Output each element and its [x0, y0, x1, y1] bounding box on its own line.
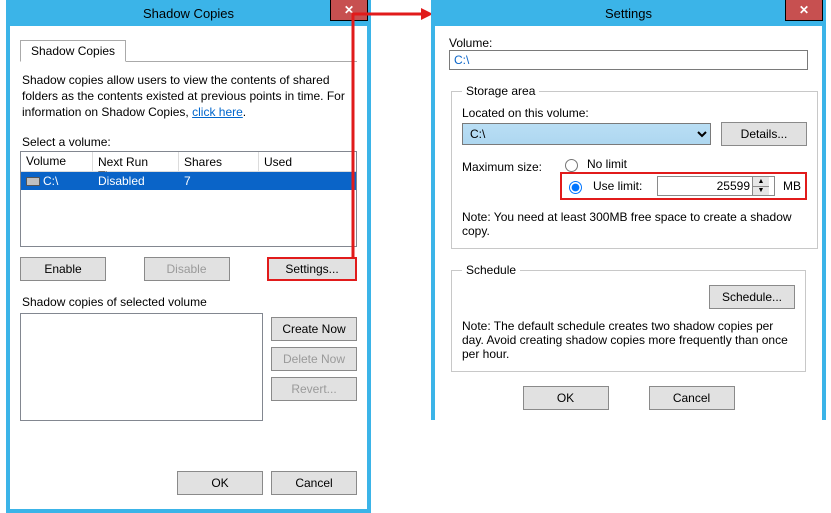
col-volume[interactable]: Volume: [21, 152, 93, 171]
storage-area-group: Storage area Located on this volume: C:\…: [451, 84, 818, 249]
description-text: Shadow copies allow users to view the co…: [22, 72, 355, 121]
window-title: Shadow Copies: [143, 4, 234, 24]
col-next-run-time[interactable]: Next Run Time: [93, 152, 179, 171]
storage-area-legend: Storage area: [462, 84, 539, 98]
drive-icon: [26, 177, 40, 186]
window-title: Settings: [605, 4, 652, 24]
no-limit-radio[interactable]: [565, 159, 578, 172]
enable-button[interactable]: Enable: [20, 257, 106, 281]
volume-field[interactable]: C:\: [449, 50, 808, 70]
revert-button: Revert...: [271, 377, 357, 401]
located-on-volume-select[interactable]: C:\: [462, 123, 711, 145]
schedule-note: Note: The default schedule creates two s…: [462, 319, 795, 361]
volume-grid[interactable]: Volume Next Run Time Shares Used C:\ Dis…: [20, 151, 357, 247]
disable-button: Disable: [144, 257, 230, 281]
titlebar[interactable]: Settings ✕: [435, 2, 822, 26]
ok-button[interactable]: OK: [177, 471, 263, 495]
titlebar[interactable]: Shadow Copies ✕: [10, 2, 367, 26]
volume-label: Volume:: [449, 36, 808, 50]
use-limit-label: Use limit:: [593, 179, 649, 193]
limit-spinner[interactable]: ▲ ▼: [657, 176, 775, 196]
schedule-legend: Schedule: [462, 263, 520, 277]
close-icon[interactable]: ✕: [330, 0, 368, 21]
grid-header: Volume Next Run Time Shares Used: [21, 152, 356, 172]
close-icon[interactable]: ✕: [785, 0, 823, 21]
shadow-copies-of-volume-label: Shadow copies of selected volume: [22, 295, 355, 309]
schedule-group: Schedule Schedule... Note: The default s…: [451, 263, 806, 372]
schedule-button[interactable]: Schedule...: [709, 285, 795, 309]
use-limit-radio[interactable]: [569, 181, 582, 194]
cancel-button[interactable]: Cancel: [271, 471, 357, 495]
create-now-button[interactable]: Create Now: [271, 317, 357, 341]
select-volume-label: Select a volume:: [22, 135, 355, 149]
use-limit-row: Use limit: ▲ ▼ MB: [560, 172, 807, 200]
shadow-copies-list[interactable]: [20, 313, 263, 421]
spinner-down-icon[interactable]: ▼: [753, 187, 769, 196]
click-here-link[interactable]: click here: [192, 105, 243, 119]
ok-button[interactable]: OK: [523, 386, 609, 410]
storage-note: Note: You need at least 300MB free space…: [462, 210, 807, 238]
details-button[interactable]: Details...: [721, 122, 807, 146]
settings-window: Settings ✕ Volume: C:\ Storage area Loca…: [431, 0, 826, 420]
limit-unit: MB: [783, 179, 801, 193]
col-shares[interactable]: Shares: [179, 152, 259, 171]
maximum-size-label: Maximum size:: [462, 156, 554, 174]
tab-shadow-copies[interactable]: Shadow Copies: [20, 40, 126, 62]
col-used[interactable]: Used: [259, 152, 356, 171]
spinner-up-icon[interactable]: ▲: [753, 177, 769, 187]
tabstrip: Shadow Copies: [20, 40, 357, 62]
shadow-copies-window: Shadow Copies ✕ Shadow Copies Shadow cop…: [6, 0, 371, 513]
no-limit-label: No limit: [587, 157, 627, 171]
cancel-button[interactable]: Cancel: [649, 386, 735, 410]
delete-now-button: Delete Now: [271, 347, 357, 371]
located-on-volume-label: Located on this volume:: [462, 106, 807, 120]
table-row[interactable]: C:\ Disabled 7: [21, 172, 356, 190]
settings-button[interactable]: Settings...: [267, 257, 357, 281]
limit-input[interactable]: [658, 177, 752, 195]
